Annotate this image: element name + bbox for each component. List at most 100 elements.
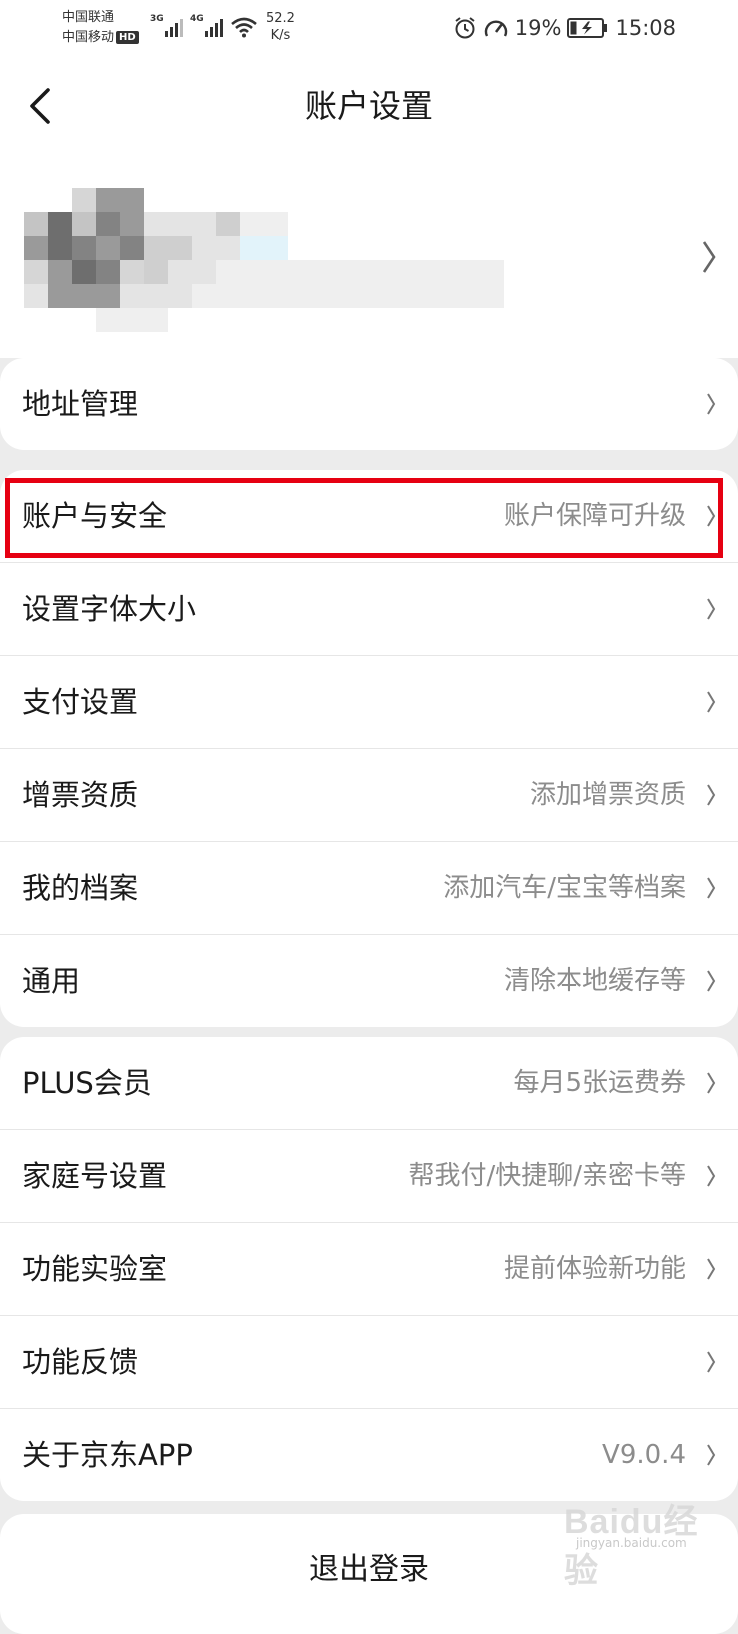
mosaic-pixel [288, 260, 312, 284]
carrier-1: 中国联通 [62, 10, 115, 25]
mosaic-pixel [72, 284, 96, 308]
mosaic-pixel [264, 236, 288, 260]
mosaic-pixel [216, 212, 240, 236]
mosaic-pixel [360, 260, 384, 284]
settings-row-lab[interactable]: 功能实验室 提前体验新功能 [0, 1223, 738, 1316]
signal-icon [165, 19, 183, 37]
mosaic-pixel [24, 260, 48, 284]
mosaic-pixel [72, 188, 96, 212]
mosaic-pixel [456, 284, 480, 308]
profile-card[interactable] [0, 158, 738, 358]
mosaic-pixel [120, 260, 144, 284]
settings-row-address[interactable]: 地址管理 [0, 358, 738, 450]
mosaic-pixel [120, 284, 144, 308]
chevron-right-icon [707, 393, 716, 415]
settings-row-payment[interactable]: 支付设置 [0, 656, 738, 749]
row-value: 清除本地缓存等 [503, 966, 686, 996]
mosaic-pixel [168, 236, 192, 260]
mosaic-pixel [240, 236, 264, 260]
settings-group-3: PLUS会员 每月5张运费券 家庭号设置 帮我付/快捷聊/亲密卡等 功能实验室 … [0, 1037, 738, 1501]
row-label: 家庭号设置 [22, 1159, 168, 1193]
row-value: 添加汽车/宝宝等档案 [443, 873, 686, 903]
row-label: PLUS会员 [22, 1066, 152, 1100]
settings-row-plus[interactable]: PLUS会员 每月5张运费券 [0, 1037, 738, 1130]
watermark-logo: Baidu经验 jingyan.baidu.com [552, 1490, 732, 1590]
mosaic-pixel [216, 284, 240, 308]
row-value: 每月5张运费券 [513, 1068, 686, 1098]
mosaic-pixel [168, 260, 192, 284]
chevron-right-icon [707, 691, 716, 713]
mosaic-pixel [336, 260, 360, 284]
signal-icon [205, 19, 223, 37]
carrier-info: 中国联通 中国移动 HD [62, 8, 139, 48]
mosaic-pixel [216, 236, 240, 260]
mosaic-pixel [312, 284, 336, 308]
mosaic-pixel [48, 284, 72, 308]
settings-row-invoice[interactable]: 增票资质 添加增票资质 [0, 749, 738, 842]
signal-1-type: 3G [150, 14, 164, 24]
mosaic-pixel [480, 260, 504, 284]
chevron-right-icon [707, 1072, 716, 1094]
settings-row-feedback[interactable]: 功能反馈 [0, 1316, 738, 1409]
highlight-box [5, 478, 723, 558]
carrier-2: 中国移动 [62, 30, 115, 45]
battery-charging-icon [567, 18, 608, 38]
page-title: 账户设置 [304, 87, 433, 125]
settings-row-general[interactable]: 通用 清除本地缓存等 [0, 935, 738, 1027]
mosaic-pixel [120, 212, 144, 236]
mosaic-pixel [264, 212, 288, 236]
chevron-right-icon [707, 1444, 716, 1466]
battery-percent: 19% [514, 16, 562, 40]
signal-2-type: 4G [190, 14, 204, 24]
row-label: 增票资质 [22, 778, 139, 812]
mosaic-pixel [408, 284, 432, 308]
network-speed: 52.2 K/s [266, 10, 295, 44]
navigation-bar: 账户设置 [0, 54, 738, 158]
mosaic-pixel [24, 212, 48, 236]
mosaic-pixel [24, 236, 48, 260]
mosaic-pixel [384, 284, 408, 308]
settings-row-profile-archive[interactable]: 我的档案 添加汽车/宝宝等档案 [0, 842, 738, 935]
mosaic-pixel [24, 284, 48, 308]
alarm-icon [455, 17, 475, 39]
chevron-right-icon [707, 877, 716, 899]
mosaic-pixel [48, 236, 72, 260]
row-label: 支付设置 [22, 685, 139, 719]
mosaic-pixel [120, 236, 144, 260]
mosaic-pixel [384, 260, 408, 284]
row-label: 功能反馈 [22, 1345, 139, 1379]
mosaic-pixel [144, 212, 168, 236]
speed-value: 52.2 [266, 11, 295, 26]
mosaic-pixel [408, 260, 432, 284]
mosaic-pixel [192, 212, 216, 236]
chevron-right-icon [707, 1351, 716, 1373]
mosaic-pixel [96, 188, 120, 212]
mosaic-pixel [72, 236, 96, 260]
mosaic-pixel [96, 236, 120, 260]
chevron-right-icon [707, 1258, 716, 1280]
mosaic-pixel [96, 212, 120, 236]
mosaic-pixel [168, 212, 192, 236]
settings-row-about[interactable]: 关于京东APP V9.0.4 [0, 1409, 738, 1501]
row-label: 地址管理 [22, 387, 139, 421]
mosaic-pixel [240, 284, 264, 308]
row-label: 功能实验室 [22, 1252, 168, 1286]
mosaic-pixel [48, 212, 72, 236]
mosaic-pixel [360, 284, 384, 308]
mosaic-pixel [96, 284, 120, 308]
mosaic-pixel [144, 284, 168, 308]
chevron-right-icon [707, 1165, 716, 1187]
mosaic-pixel [288, 284, 312, 308]
mosaic-pixel [144, 260, 168, 284]
clock-time: 15:08 [615, 16, 676, 40]
mosaic-pixel [432, 260, 456, 284]
mosaic-pixel [96, 260, 120, 284]
settings-row-font-size[interactable]: 设置字体大小 [0, 563, 738, 656]
settings-row-family[interactable]: 家庭号设置 帮我付/快捷聊/亲密卡等 [0, 1130, 738, 1223]
mosaic-pixel [192, 284, 216, 308]
mosaic-pixel [432, 284, 456, 308]
chevron-right-icon [702, 241, 716, 273]
chevron-right-icon [707, 970, 716, 992]
mosaic-pixel [144, 236, 168, 260]
mosaic-pixel [312, 260, 336, 284]
